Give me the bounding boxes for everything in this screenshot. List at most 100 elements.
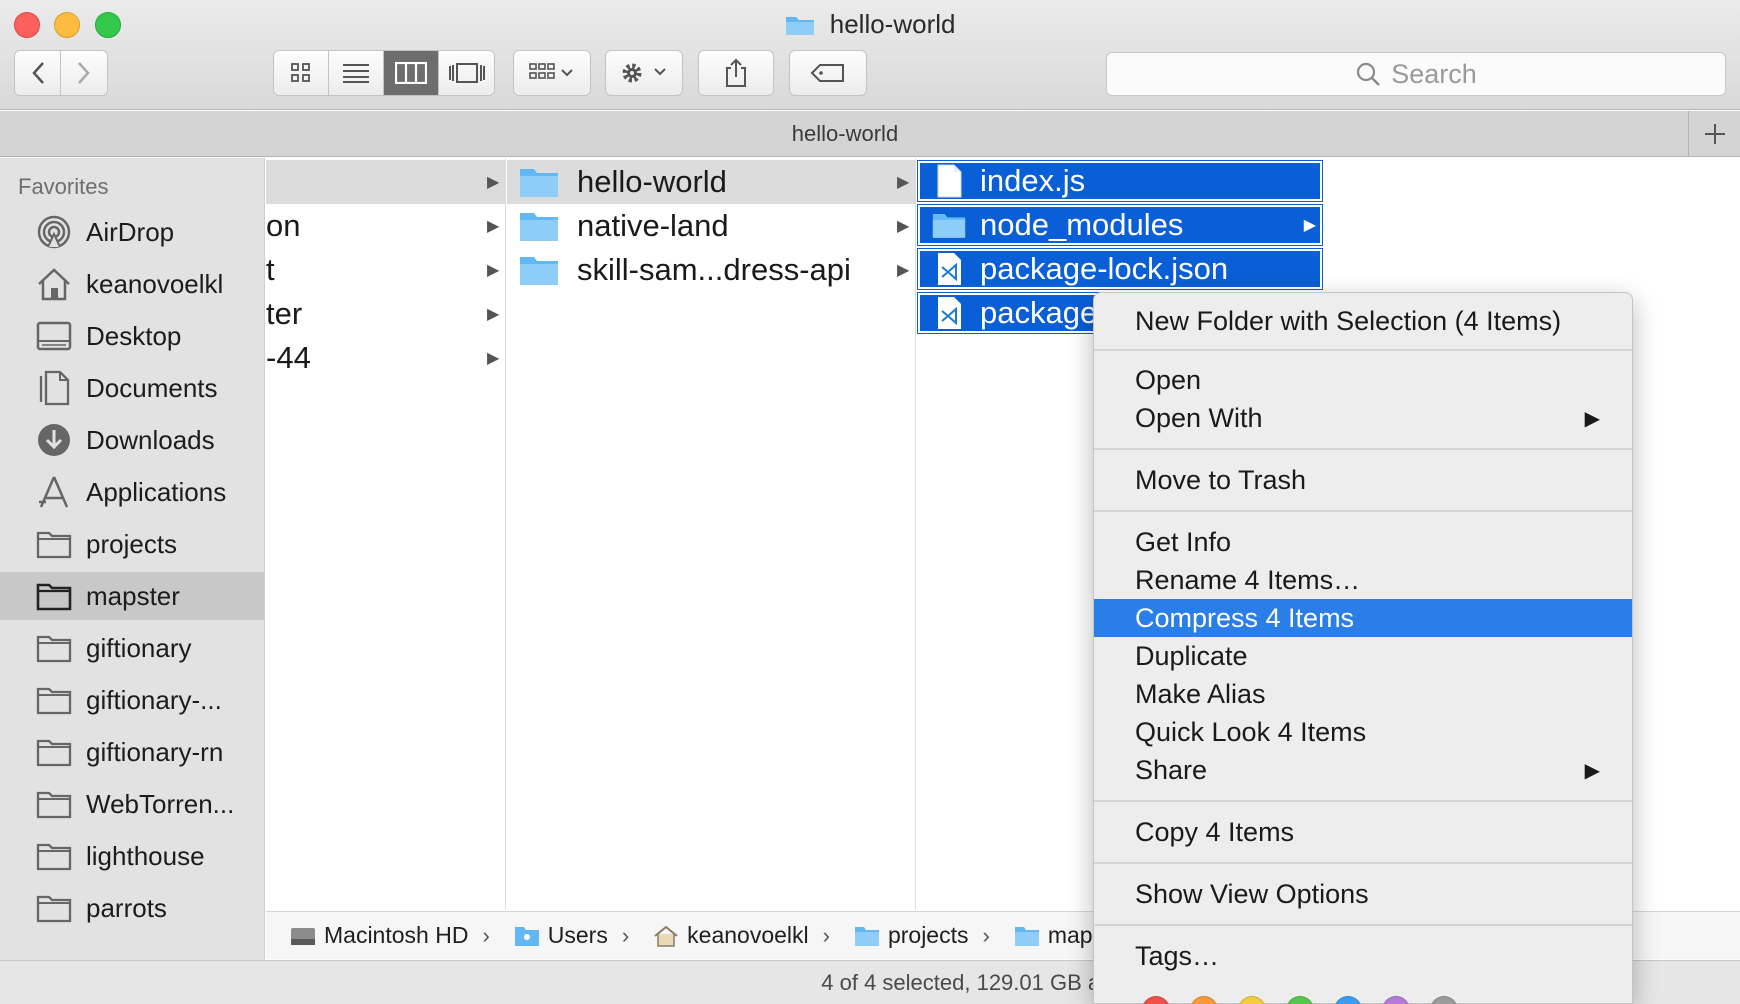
folder-icon: [34, 836, 74, 876]
menu-item-compress[interactable]: Compress 4 Items: [1094, 599, 1632, 637]
menu-item-duplicate[interactable]: Duplicate: [1094, 637, 1632, 675]
navigation-buttons: [14, 50, 108, 96]
sidebar-item-projects[interactable]: projects: [0, 520, 264, 568]
menu-item-tags[interactable]: Tags…: [1094, 937, 1632, 975]
tag-orange-button[interactable]: [1190, 996, 1218, 1004]
window-title-text: hello-world: [829, 9, 956, 39]
sidebar-item-lighthouse[interactable]: lighthouse: [0, 832, 264, 880]
sidebar-item-mapster[interactable]: mapster: [0, 572, 264, 620]
menu-separator: [1094, 862, 1632, 864]
js-file-icon: [937, 164, 962, 198]
sidebar-item-downloads[interactable]: Downloads: [0, 416, 264, 464]
sidebar-item-label: Desktop: [86, 320, 182, 351]
sidebar-item-label: Documents: [86, 372, 218, 403]
tag-green-button[interactable]: [1286, 996, 1314, 1004]
sidebar-item-giftionary-rn[interactable]: giftionary-rn: [0, 728, 264, 776]
action-menu-button[interactable]: [605, 50, 683, 96]
disclosure-arrow-icon: ▶: [487, 218, 500, 235]
sidebar-item-webtorrent[interactable]: WebTorren...: [0, 780, 264, 828]
menu-item-rename[interactable]: Rename 4 Items…: [1094, 561, 1632, 599]
folder-icon: [34, 680, 74, 720]
sidebar-item-label: Downloads: [86, 424, 215, 455]
context-menu: New Folder with Selection (4 Items) Open…: [1093, 292, 1633, 1004]
airdrop-icon: [34, 212, 74, 252]
cover-flow-icon: [448, 63, 485, 83]
folder-icon: [34, 576, 74, 616]
sidebar-item-airdrop[interactable]: AirDrop: [0, 208, 264, 256]
tag-gray-button[interactable]: [1430, 996, 1458, 1004]
list-item-index-js[interactable]: index.js: [917, 160, 1323, 202]
hard-drive-icon: [291, 927, 315, 945]
new-tab-button[interactable]: [1688, 111, 1740, 156]
menu-item-open[interactable]: Open: [1094, 361, 1632, 399]
applications-icon: [34, 472, 74, 512]
sidebar-item-desktop[interactable]: Desktop: [0, 312, 264, 360]
column-view-button[interactable]: [384, 51, 439, 95]
back-button[interactable]: [15, 51, 61, 95]
icon-view-button[interactable]: [274, 51, 329, 95]
list-item[interactable]: ▶: [266, 160, 505, 204]
tag-red-button[interactable]: [1142, 996, 1170, 1004]
menu-item-show-view-options[interactable]: Show View Options: [1094, 875, 1632, 913]
view-mode-control: [273, 50, 495, 96]
edit-tags-button[interactable]: [789, 50, 867, 96]
sidebar-item-documents[interactable]: Documents: [0, 364, 264, 412]
list-item-skill-sample-address-api[interactable]: skill-sam...dress-api ▶: [507, 248, 915, 292]
sidebar-item-giftionary-truncated[interactable]: giftionary-...: [0, 676, 264, 724]
list-item-hello-world[interactable]: hello-world ▶: [507, 160, 915, 204]
menu-item-new-folder-with-selection[interactable]: New Folder with Selection (4 Items): [1094, 302, 1632, 340]
folder-icon: [34, 524, 74, 564]
sidebar-item-applications[interactable]: Applications: [0, 468, 264, 516]
home-icon: [34, 264, 74, 304]
folder-icon: [932, 213, 966, 238]
folder-icon: [34, 732, 74, 772]
menu-item-quick-look[interactable]: Quick Look 4 Items: [1094, 713, 1632, 751]
path-segment-projects[interactable]: projects ›: [830, 922, 990, 949]
list-item[interactable]: on ▶: [266, 204, 505, 248]
search-placeholder: Search: [1391, 58, 1477, 89]
list-item[interactable]: -44 ▶: [266, 336, 505, 380]
path-segment-keanovoelkl[interactable]: keanovoelkl ›: [629, 922, 830, 949]
path-segment-macintosh-hd[interactable]: Macintosh HD ›: [266, 922, 490, 949]
search-field[interactable]: Search: [1106, 52, 1726, 96]
menu-item-copy[interactable]: Copy 4 Items: [1094, 813, 1632, 851]
share-button[interactable]: [698, 50, 774, 96]
tag-blue-button[interactable]: [1334, 996, 1362, 1004]
downloads-icon: [34, 420, 74, 460]
menu-item-get-info[interactable]: Get Info: [1094, 523, 1632, 561]
menu-item-move-to-trash[interactable]: Move to Trash: [1094, 461, 1632, 499]
tag-yellow-button[interactable]: [1238, 996, 1266, 1004]
forward-button[interactable]: [61, 51, 107, 95]
list-item[interactable]: t ▶: [266, 248, 505, 292]
tag-purple-button[interactable]: [1382, 996, 1410, 1004]
tab-hello-world[interactable]: hello-world: [0, 121, 1690, 147]
list-item-package-lock-json[interactable]: package-lock.json: [917, 248, 1323, 290]
list-item[interactable]: ter ▶: [266, 292, 505, 336]
path-segment-users[interactable]: Users ›: [490, 922, 629, 949]
vscode-file-icon: [938, 297, 961, 329]
arrange-icon: [529, 63, 573, 79]
list-view-button[interactable]: [329, 51, 384, 95]
sidebar-item-label: giftionary-...: [86, 684, 222, 715]
path-separator-icon: ›: [621, 922, 630, 948]
menu-item-open-with[interactable]: Open With ▶: [1094, 399, 1632, 437]
list-item-native-land[interactable]: native-land ▶: [507, 204, 915, 248]
sidebar-item-keanovoelkl[interactable]: keanovoelkl: [0, 260, 264, 308]
folder-icon: [520, 257, 558, 285]
sidebar-item-label: WebTorren...: [86, 788, 235, 819]
sidebar-item-parrots[interactable]: parrots: [0, 884, 264, 932]
path-separator-icon: ›: [822, 922, 830, 948]
folder-icon: [34, 628, 74, 668]
cover-flow-view-button[interactable]: [439, 51, 494, 95]
disclosure-arrow-icon: ▶: [487, 262, 500, 279]
folder-icon: [520, 169, 558, 197]
folder-icon: [34, 888, 74, 928]
menu-item-make-alias[interactable]: Make Alias: [1094, 675, 1632, 713]
menu-item-share[interactable]: Share ▶: [1094, 751, 1632, 789]
list-item-node-modules[interactable]: node_modules ▶: [917, 204, 1323, 246]
sidebar-item-giftionary[interactable]: giftionary: [0, 624, 264, 672]
window-title: hello-world: [0, 9, 1740, 40]
arrange-button[interactable]: [513, 50, 591, 96]
sidebar-item-label: parrots: [86, 892, 167, 923]
tab-bar: hello-world: [0, 111, 1740, 157]
